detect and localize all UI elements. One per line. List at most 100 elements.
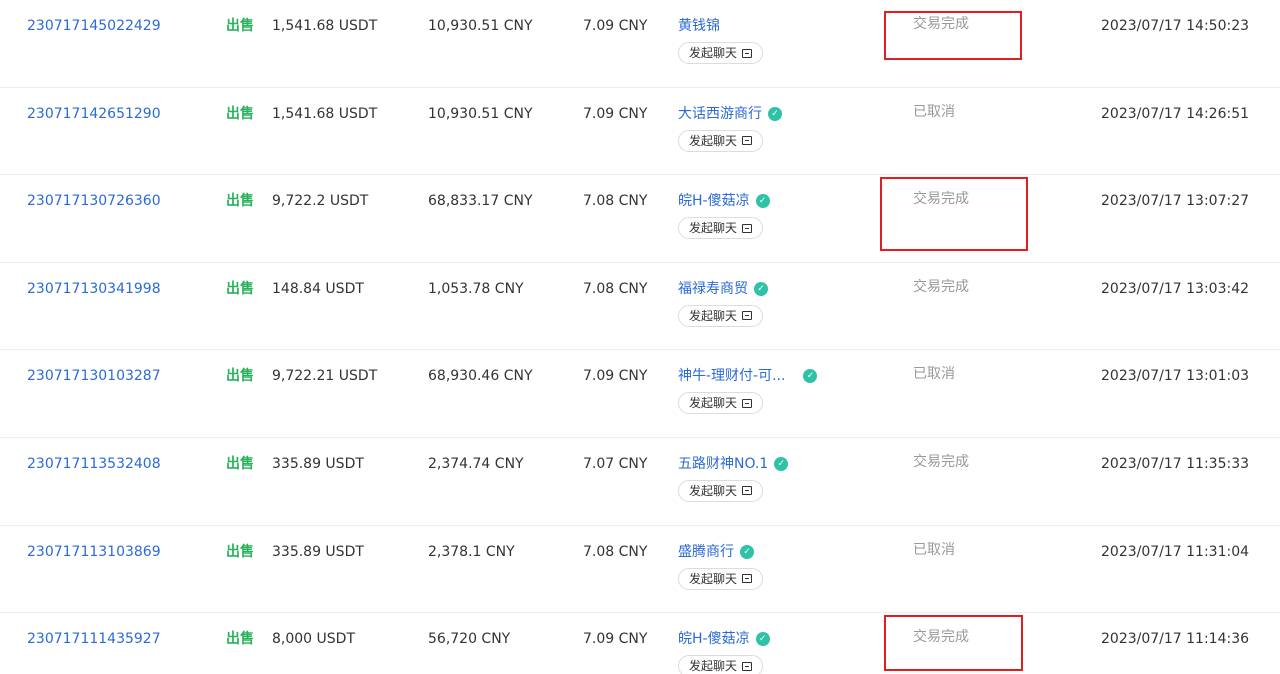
order-time: 2023/07/17 13:07:27 [1101,193,1250,210]
start-chat-button[interactable]: 发起聊天 [678,42,764,64]
chat-icon [742,136,753,146]
start-chat-button[interactable]: 发起聊天 [678,479,764,502]
order-time: 2023/07/17 13:03:42 [1101,280,1250,297]
order-time: 2023/07/17 14:26:51 [1101,105,1250,122]
unit-price: 7.09 CNY [583,368,648,385]
merchant-line: 五路财神NO.1 ✓ [678,454,789,474]
order-total: 68,833.17 CNY [428,193,533,210]
start-chat-label: 发起聊天 [689,659,738,674]
order-id-link[interactable]: 230717113532408 [27,454,161,474]
order-id-link[interactable]: 230717111435927 [27,629,161,649]
verified-badge-icon: ✓ [768,106,782,121]
merchant-name-link[interactable]: 皖H-傻菇凉 [678,191,750,211]
table-row: 230717145022429 出售 1,541.68 USDT 10,930.51 … [0,0,1280,88]
chat-icon [742,574,753,584]
trade-side: 出售 [226,455,254,472]
order-status: 交易完成 [913,16,969,32]
merchant-line: 黄钱锦 [678,16,763,36]
order-amount: 335.89 USDT [272,455,364,472]
verified-badge-icon: ✓ [755,194,770,209]
start-chat-label: 发起聊天 [689,46,738,60]
order-total: 10,930.51 CNY [428,105,533,122]
order-total: 56,720 CNY [428,631,511,648]
order-id-link[interactable]: 230717130341998 [27,279,161,299]
merchant-cell: 神牛-理财付-可... ✓ 发起聊天 [678,366,818,415]
order-amount: 8,000 USDT [272,631,355,648]
merchant-name-link[interactable]: 大话西游商行 [678,104,762,124]
order-time: 2023/07/17 11:31:04 [1101,543,1250,560]
order-time: 2023/07/17 11:35:33 [1101,455,1250,472]
verified-badge-icon: ✓ [774,456,789,471]
order-id-link[interactable]: 230717130103287 [27,366,161,386]
order-total: 1,053.78 CNY [428,280,524,297]
verified-badge-icon: ✓ [754,281,768,296]
merchant-cell: 皖H-傻菇凉 ✓ 发起聊天 [678,629,770,674]
unit-price: 7.09 CNY [583,18,648,34]
table-row: 230717113532408 出售 335.89 USDT 2,374.74 CNY… [0,438,1280,526]
merchant-name-link[interactable]: 皖H-傻菇凉 [678,629,750,649]
trade-side: 出售 [226,18,254,34]
start-chat-button[interactable]: 发起聊天 [678,217,764,240]
order-amount: 1,541.68 USDT [272,18,378,34]
merchant-line: 盛腾商行 ✓ [678,542,763,562]
unit-price: 7.09 CNY [583,105,648,122]
start-chat-label: 发起聊天 [689,308,738,323]
merchant-cell: 盛腾商行 ✓ 发起聊天 [678,542,764,590]
unit-price: 7.08 CNY [583,543,648,560]
table-row: 230717142651290 出售 1,541.68 USDT 10,930.51 … [0,88,1280,176]
start-chat-button[interactable]: 发起聊天 [678,567,764,590]
start-chat-label: 发起聊天 [689,483,738,498]
start-chat-button[interactable]: 发起聊天 [678,655,764,674]
chat-icon [742,311,753,321]
table-row: 230717130103287 出售 9,722.21 USDT 68,930.46 … [0,350,1280,438]
merchant-name-link[interactable]: 神牛-理财付-可... [678,366,785,386]
merchant-line: 皖H-傻菇凉 ✓ [678,191,770,211]
order-status: 交易完成 [913,629,969,646]
merchant-name-link[interactable]: 黄钱锦 [678,16,720,36]
merchant-cell: 五路财神NO.1 ✓ 发起聊天 [678,454,789,502]
trade-side: 出售 [226,631,254,648]
merchant-line: 神牛-理财付-可... ✓ [678,366,818,386]
order-status: 已取消 [913,103,955,120]
order-amount: 9,722.2 USDT [272,193,369,210]
order-total: 2,378.1 CNY [428,543,515,560]
merchant-line: 大话西游商行 ✓ [678,104,782,124]
order-id-link[interactable]: 230717113103869 [27,542,161,562]
merchant-name-link[interactable]: 五路财神NO.1 [678,454,768,474]
start-chat-button[interactable]: 发起聊天 [678,129,764,152]
trade-side: 出售 [226,280,254,297]
order-id-link[interactable]: 230717145022429 [27,16,161,36]
order-status: 交易完成 [913,278,969,295]
merchant-name-link[interactable]: 盛腾商行 [678,542,734,562]
order-id-link[interactable]: 230717130726360 [27,191,161,211]
table-row: 230717111435927 出售 8,000 USDT 56,720 CNY 7.0… [0,613,1280,674]
start-chat-label: 发起聊天 [689,221,738,236]
unit-price: 7.09 CNY [583,631,648,648]
order-status: 已取消 [913,366,955,383]
order-amount: 148.84 USDT [272,280,364,297]
merchant-name-link[interactable]: 福禄寿商贸 [678,279,748,299]
start-chat-label: 发起聊天 [689,133,738,148]
order-status: 已取消 [913,541,955,558]
order-history-page: 230717145022429 出售 1,541.68 USDT 10,930.51 … [0,0,1280,674]
table-row: 230717113103869 出售 335.89 USDT 2,378.1 CNY 7… [0,526,1280,614]
chat-icon [742,223,753,233]
order-time: 2023/07/17 11:14:36 [1101,631,1250,648]
order-total: 10,930.51 CNY [428,18,533,34]
merchant-line: 皖H-傻菇凉 ✓ [678,629,770,649]
order-amount: 9,722.21 USDT [272,368,378,385]
order-amount: 335.89 USDT [272,543,364,560]
chat-icon [742,398,753,408]
start-chat-button[interactable]: 发起聊天 [678,304,764,327]
start-chat-label: 发起聊天 [689,571,738,586]
order-total: 68,930.46 CNY [428,368,533,385]
order-status: 交易完成 [913,453,969,470]
start-chat-button[interactable]: 发起聊天 [678,392,764,415]
trade-side: 出售 [226,105,254,122]
order-id-link[interactable]: 230717142651290 [27,104,161,124]
verified-badge-icon: ✓ [755,632,770,647]
unit-price: 7.08 CNY [583,193,648,210]
merchant-line: 福禄寿商贸 ✓ [678,279,768,299]
start-chat-label: 发起聊天 [689,396,738,411]
order-amount: 1,541.68 USDT [272,105,378,122]
